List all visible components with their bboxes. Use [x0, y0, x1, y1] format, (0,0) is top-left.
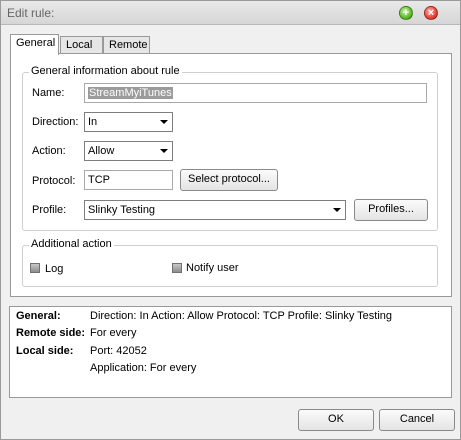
summary-remote-value: For every: [90, 327, 137, 339]
summary-local-key: Local side:: [16, 345, 74, 357]
plus-icon: +: [402, 7, 410, 19]
title-bar[interactable]: Edit rule: + ×: [1, 1, 460, 25]
notify-user-checkbox[interactable]: [172, 263, 182, 273]
direction-select-value: In: [88, 116, 98, 128]
summary-general-key: General:: [16, 310, 61, 322]
action-select-value: Allow: [88, 145, 115, 157]
summary-remote-key: Remote side:: [16, 327, 86, 339]
cancel-button[interactable]: Cancel: [379, 409, 455, 431]
profile-select[interactable]: Slinky Testing: [84, 200, 346, 220]
profile-label: Profile:: [32, 204, 67, 216]
protocol-field-value: TCP: [88, 174, 110, 186]
direction-select[interactable]: In: [84, 112, 173, 132]
action-select[interactable]: Allow: [84, 141, 173, 161]
summary-general-value: Direction: In Action: Allow Protocol: TC…: [90, 310, 393, 322]
edit-rule-dialog: Edit rule: + × General Local Remote Gene…: [0, 0, 461, 440]
profiles-button[interactable]: Profiles...: [354, 199, 428, 221]
tab-general[interactable]: General: [10, 34, 59, 55]
chevron-down-icon: [160, 149, 168, 153]
direction-label: Direction:: [32, 116, 79, 128]
chevron-down-icon: [333, 208, 341, 212]
summary-local-port: Port: 42052: [90, 345, 147, 357]
additional-action-group: Additional action Log Notify user: [22, 238, 438, 287]
general-tab-panel: General information about rule Name: Str…: [10, 53, 452, 297]
ok-button[interactable]: OK: [298, 409, 374, 431]
chevron-down-icon: [160, 120, 168, 124]
window-title: Edit rule:: [7, 6, 55, 20]
tab-remote[interactable]: Remote: [103, 36, 150, 54]
close-button[interactable]: ×: [424, 6, 438, 20]
close-icon: ×: [427, 7, 435, 19]
name-field[interactable]: StreamMyiTunes: [84, 83, 427, 103]
summary-local-application: Application: For every: [90, 362, 197, 374]
select-protocol-button[interactable]: Select protocol...: [180, 169, 278, 191]
action-label: Action:: [32, 145, 66, 157]
general-info-group: General information about rule Name: Str…: [22, 65, 438, 231]
additional-action-group-title: Additional action: [29, 238, 114, 250]
profile-select-value: Slinky Testing: [88, 204, 156, 216]
log-label[interactable]: Log: [45, 263, 63, 275]
protocol-field[interactable]: TCP: [84, 170, 173, 190]
notify-user-label[interactable]: Notify user: [186, 262, 239, 274]
general-info-group-title: General information about rule: [29, 65, 182, 77]
log-checkbox[interactable]: [30, 263, 40, 273]
protocol-label: Protocol:: [32, 175, 76, 187]
name-label: Name:: [32, 87, 65, 99]
name-field-value: StreamMyiTunes: [88, 87, 173, 99]
maximize-button[interactable]: +: [399, 6, 413, 20]
rule-summary-panel: General: Direction: In Action: Allow Pro…: [9, 306, 452, 398]
tab-local[interactable]: Local: [60, 36, 103, 54]
